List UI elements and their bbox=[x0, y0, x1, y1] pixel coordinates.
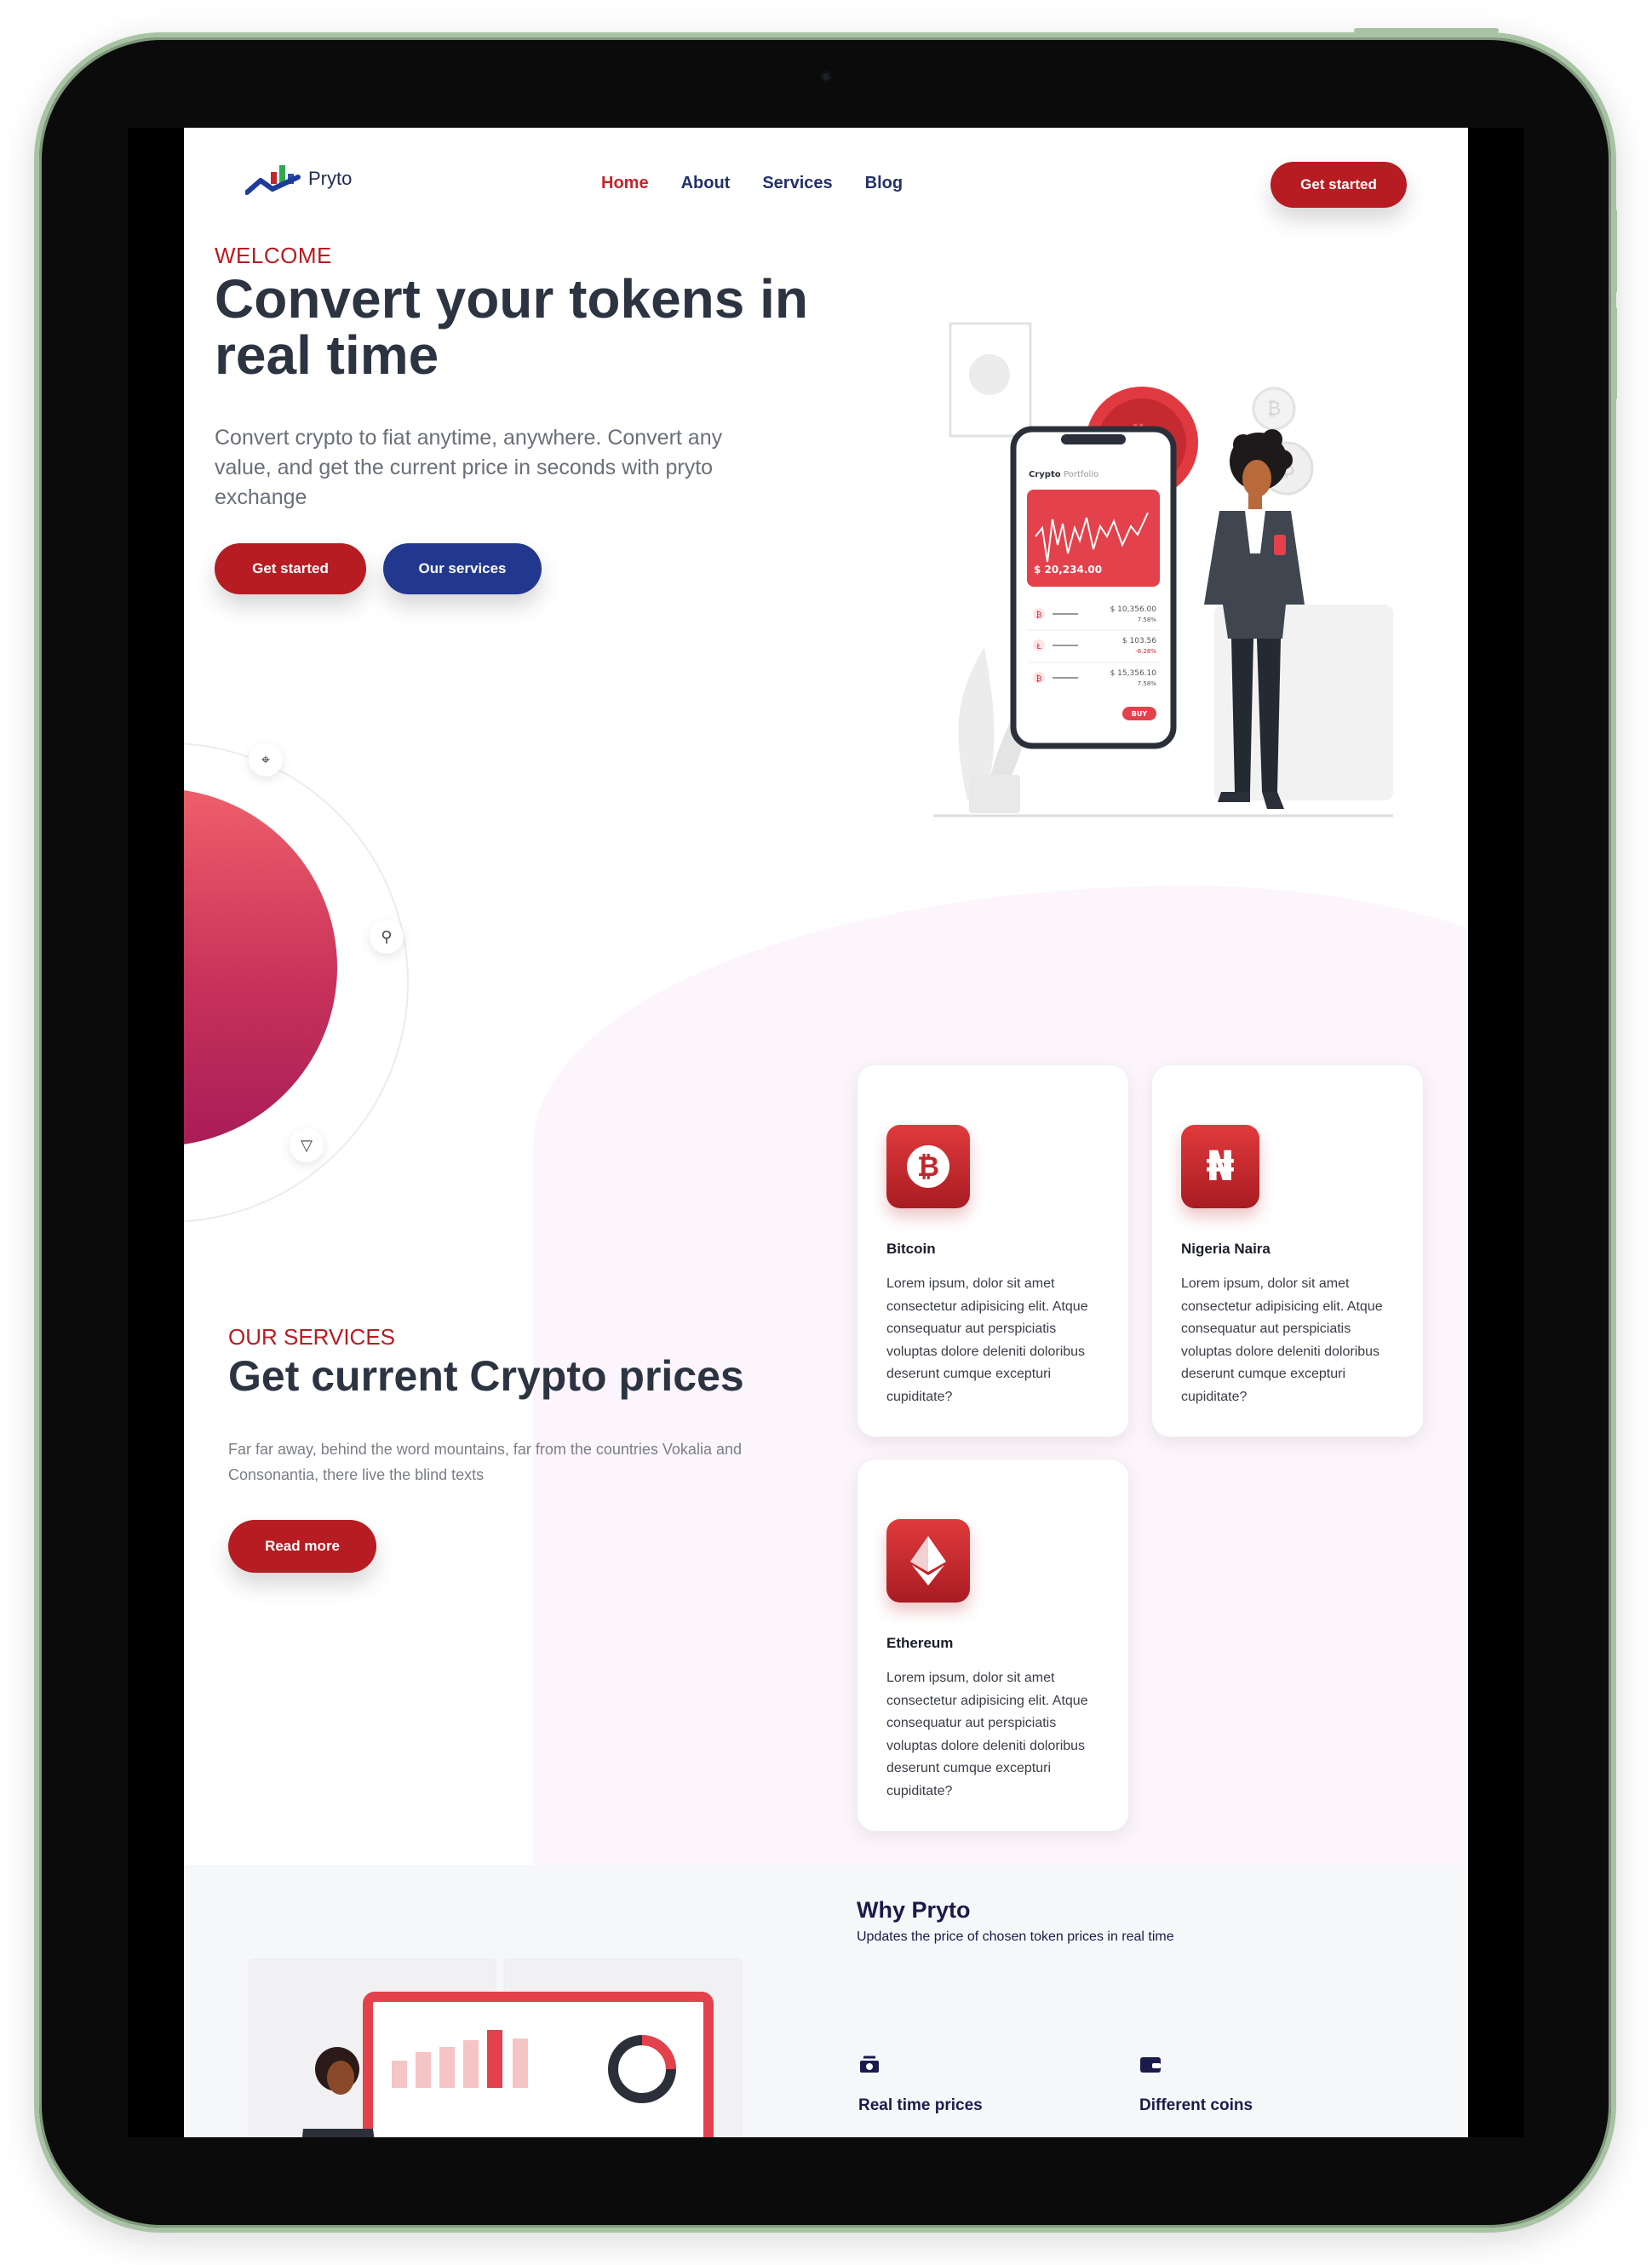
services-subtitle: Far far away, behind the word mountains,… bbox=[228, 1441, 742, 1483]
money-icon bbox=[860, 2056, 879, 2073]
brand-logo[interactable]: Pryto bbox=[245, 162, 352, 196]
screen: Pryto Home About Services Blog Get start… bbox=[128, 128, 1524, 2137]
front-camera bbox=[820, 71, 832, 83]
card-title: Bitcoin bbox=[886, 1241, 936, 1257]
ethereum-icon bbox=[886, 1519, 970, 1603]
feature-real-time-prices: Real time prices bbox=[858, 2054, 983, 2115]
nav-link-blog[interactable]: Blog bbox=[865, 174, 903, 193]
feature-label: Real time prices bbox=[858, 2096, 983, 2114]
card-text: Lorem ipsum, dolor sit amet consectetur … bbox=[886, 1276, 1088, 1404]
volume-button bbox=[1612, 209, 1617, 294]
card-title: Ethereum bbox=[886, 1635, 954, 1651]
service-card-naira[interactable]: ₦ Nigeria Naira Lorem ipsum, dolor sit a… bbox=[1151, 1064, 1424, 1437]
brand-name: Pryto bbox=[308, 168, 353, 189]
why-subtitle: Updates the price of chosen token prices… bbox=[857, 1930, 1174, 1944]
location-pin-icon: ⌖ bbox=[249, 743, 283, 777]
hero-subtitle: Convert crypto to fiat anytime, anywhere… bbox=[215, 426, 723, 509]
services-kicker: OUR SERVICES bbox=[228, 1324, 396, 1350]
triangle-icon: ▽ bbox=[290, 1128, 324, 1162]
chart-logo-icon bbox=[245, 165, 301, 195]
svg-text:₿: ₿ bbox=[917, 1150, 939, 1183]
svg-text:$ 10,356.00: $ 10,356.00 bbox=[1110, 605, 1157, 614]
svg-text:7.58%: 7.58% bbox=[1138, 616, 1157, 623]
power-button bbox=[1612, 307, 1617, 400]
nav-link-about[interactable]: About bbox=[681, 174, 731, 193]
svg-text:₿: ₿ bbox=[1036, 611, 1042, 620]
svg-text:Ł: Ł bbox=[1035, 643, 1041, 651]
hero-kicker: WELCOME bbox=[215, 243, 332, 268]
wallet-icon bbox=[1140, 2057, 1161, 2073]
services-title: Get current Crypto prices bbox=[228, 1352, 744, 1400]
web-page: Pryto Home About Services Blog Get start… bbox=[184, 128, 1468, 2137]
svg-text:₿: ₿ bbox=[1036, 674, 1042, 684]
svg-text:7.58%: 7.58% bbox=[1138, 680, 1157, 687]
card-text: Lorem ipsum, dolor sit amet consectetur … bbox=[886, 1671, 1088, 1798]
navbar: Pryto Home About Services Blog Get start… bbox=[184, 128, 1468, 247]
svg-text:Crypto Portfolio: Crypto Portfolio bbox=[1029, 470, 1098, 479]
nav-links: Home About Services Blog bbox=[601, 174, 903, 193]
service-card-ethereum[interactable]: Ethereum Lorem ipsum, dolor sit amet con… bbox=[857, 1459, 1129, 1832]
nav-link-services[interactable]: Services bbox=[762, 174, 832, 193]
dashboard-illustration bbox=[248, 1958, 743, 2137]
hero-our-services-button[interactable]: Our services bbox=[383, 543, 542, 594]
service-card-bitcoin[interactable]: ₿ Bitcoin Lorem ipsum, dolor sit amet co… bbox=[857, 1064, 1129, 1437]
nav-link-home[interactable]: Home bbox=[601, 174, 649, 193]
phone-balance: $ 20,234.00 bbox=[1034, 564, 1102, 576]
hero-illustration: ₿ ₿ ₿ Crypto Portfolio $ 20,234.00 ₿ $ bbox=[933, 247, 1410, 826]
feature-different-coins: Different coins bbox=[1139, 2054, 1253, 2115]
bitcoin-icon: ₿ bbox=[886, 1125, 970, 1208]
card-text: Lorem ipsum, dolor sit amet consectetur … bbox=[1181, 1276, 1383, 1404]
crypto-person-illustration: ₿ ₿ ₿ Crypto Portfolio $ 20,234.00 ₿ $ bbox=[933, 322, 1393, 817]
svg-text:-6.28%: -6.28% bbox=[1135, 648, 1156, 655]
phone-app-title: Crypto bbox=[1029, 470, 1061, 479]
hero-title: Convert your tokens in real time bbox=[215, 268, 808, 386]
card-title: Nigeria Naira bbox=[1181, 1241, 1271, 1257]
balloon-icon: ⚲ bbox=[370, 920, 404, 954]
phone-app-title-suffix: Portfolio bbox=[1064, 470, 1098, 479]
svg-text:$ 103.56: $ 103.56 bbox=[1122, 637, 1156, 645]
svg-text:₦: ₦ bbox=[1206, 1143, 1234, 1190]
svg-text:₿: ₿ bbox=[1267, 399, 1281, 420]
naira-icon: ₦ bbox=[1181, 1125, 1259, 1208]
top-button bbox=[1354, 28, 1499, 33]
feature-label: Different coins bbox=[1139, 2096, 1253, 2114]
why-title: Why Pryto bbox=[857, 1897, 971, 1923]
phone-buy-label: BUY bbox=[1132, 710, 1148, 718]
read-more-button[interactable]: Read more bbox=[228, 1520, 376, 1573]
svg-text:$ 15,356.10: $ 15,356.10 bbox=[1110, 669, 1157, 678]
hero-get-started-button[interactable]: Get started bbox=[215, 543, 366, 594]
nav-get-started-button[interactable]: Get started bbox=[1271, 162, 1407, 208]
